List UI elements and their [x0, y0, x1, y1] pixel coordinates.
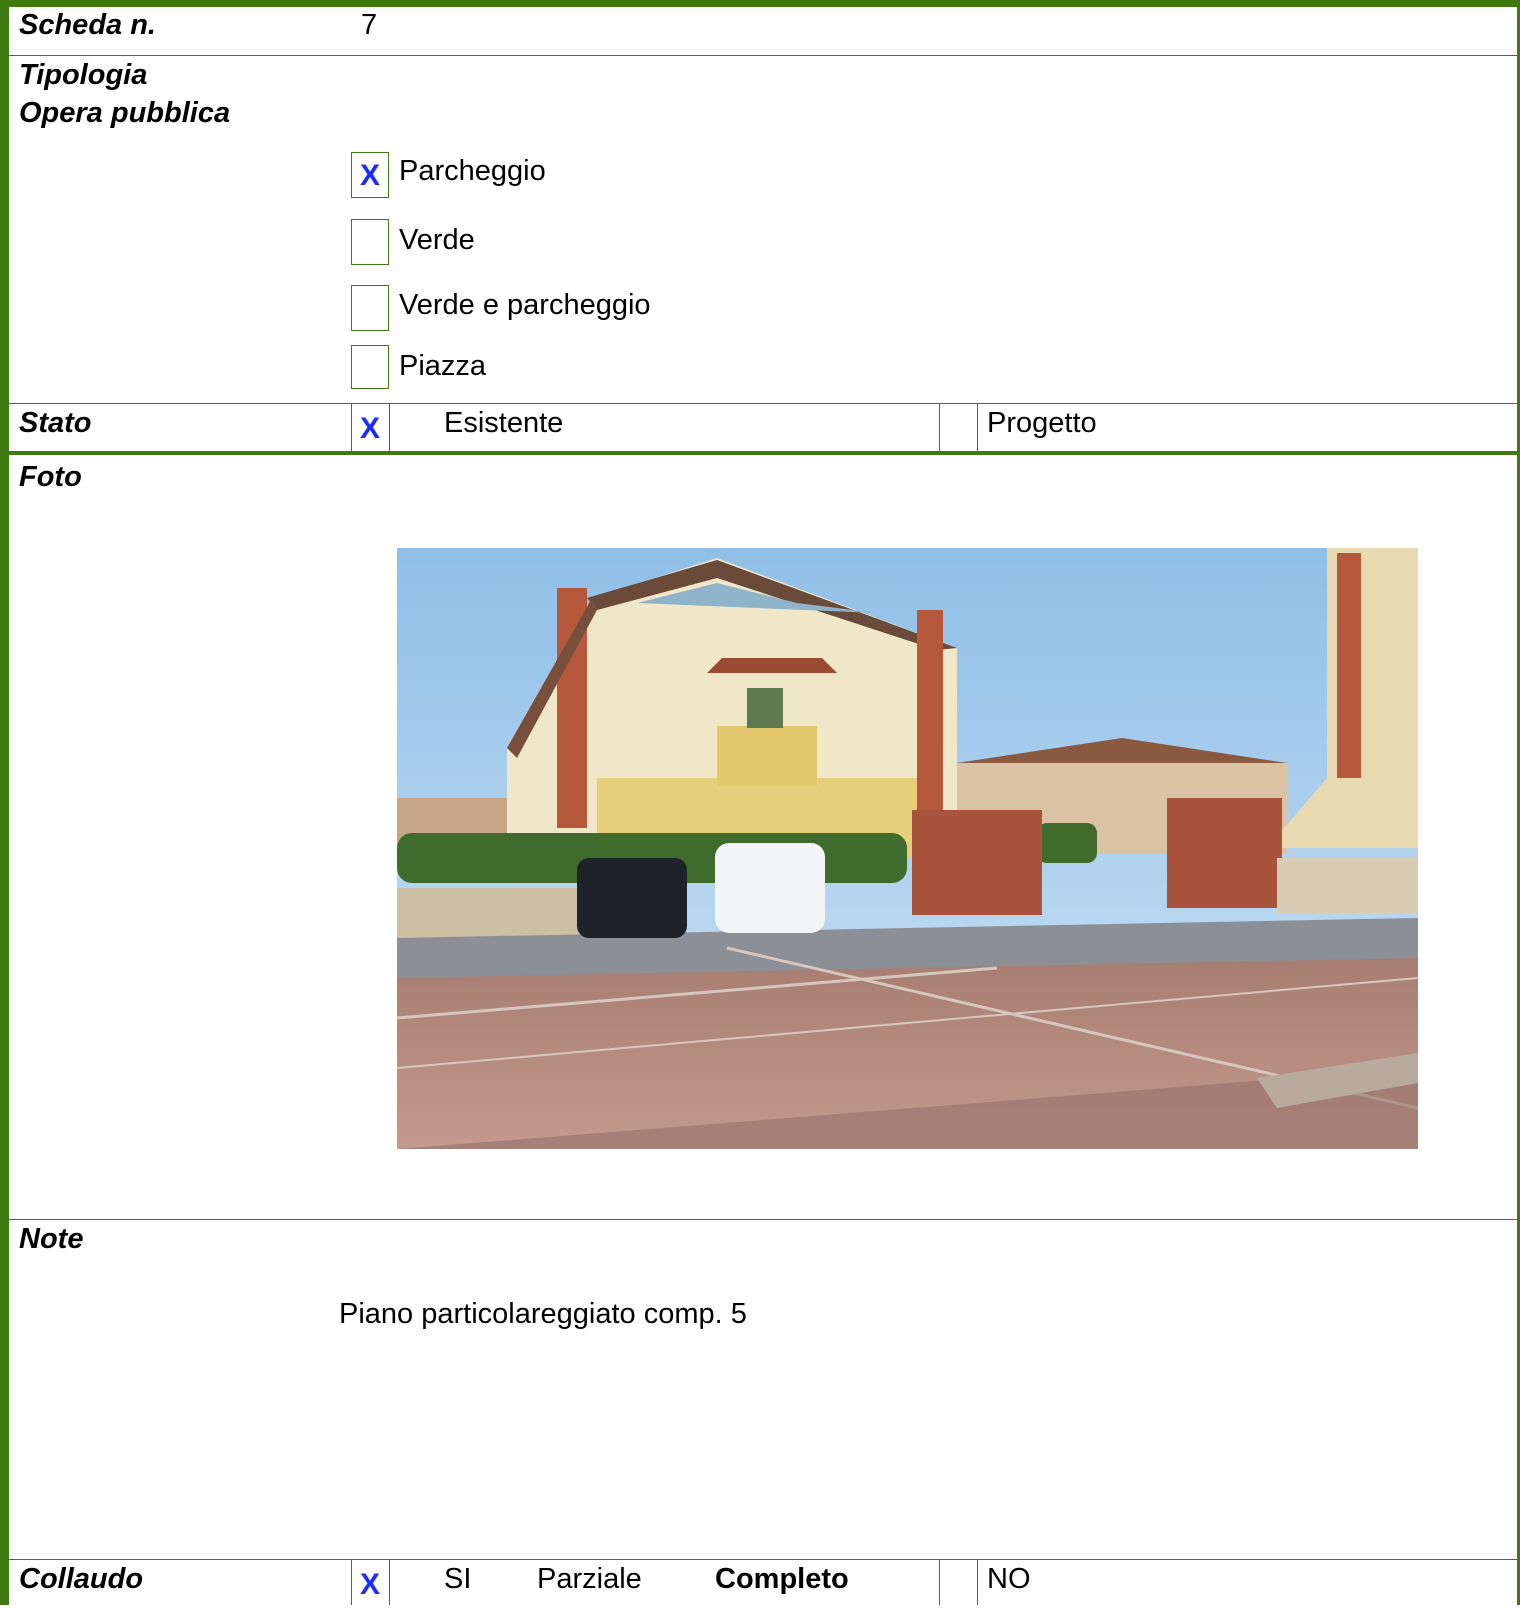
frame-left-border — [0, 0, 9, 1605]
stato-label: Stato — [19, 407, 92, 439]
divider — [939, 1559, 940, 1605]
divider — [9, 403, 1520, 404]
note-label: Note — [19, 1223, 84, 1255]
divider — [9, 55, 1520, 56]
x-check-mark[interactable]: X — [351, 1562, 389, 1608]
option-piazza-label: Piazza — [399, 350, 487, 382]
x-check-mark: X — [359, 159, 380, 192]
frame-top-border — [0, 0, 1520, 7]
checkbox-verde[interactable] — [351, 219, 389, 265]
checkbox-parcheggio[interactable]: X — [351, 152, 389, 198]
collaudo-completo-label: Completo — [715, 1563, 849, 1595]
divider — [977, 1559, 978, 1605]
divider — [977, 403, 978, 452]
collaudo-parziale-label: Parziale — [537, 1563, 642, 1595]
stato-esistente-label: Esistente — [444, 407, 564, 439]
checkbox-piazza[interactable] — [351, 345, 389, 389]
divider — [9, 1559, 1520, 1560]
scheda-label: Scheda n. — [19, 9, 156, 41]
tipologia-label: Tipologia — [19, 59, 148, 91]
option-parcheggio-label: Parcheggio — [399, 155, 546, 187]
collaudo-label: Collaudo — [19, 1563, 144, 1595]
divider — [9, 451, 1520, 455]
collaudo-no-label: NO — [987, 1563, 1031, 1595]
stato-progetto-label: Progetto — [987, 407, 1097, 439]
divider — [939, 403, 940, 452]
scheda-number: 7 — [361, 9, 378, 41]
checkbox-verde-e-parcheggio[interactable] — [351, 285, 389, 331]
divider — [389, 1559, 390, 1605]
option-verde-label: Verde — [399, 224, 475, 256]
collaudo-si-label: SI — [444, 1563, 472, 1595]
divider — [389, 403, 390, 452]
foto-label: Foto — [19, 461, 82, 493]
divider — [9, 1219, 1520, 1220]
option-verde-e-parcheggio-label: Verde e parcheggio — [399, 289, 651, 321]
note-text: Piano particolareggiato comp. 5 — [339, 1298, 747, 1330]
x-check-mark[interactable]: X — [351, 406, 389, 452]
site-photo — [397, 548, 1418, 1149]
opera-pubblica-label: Opera pubblica — [19, 97, 231, 129]
